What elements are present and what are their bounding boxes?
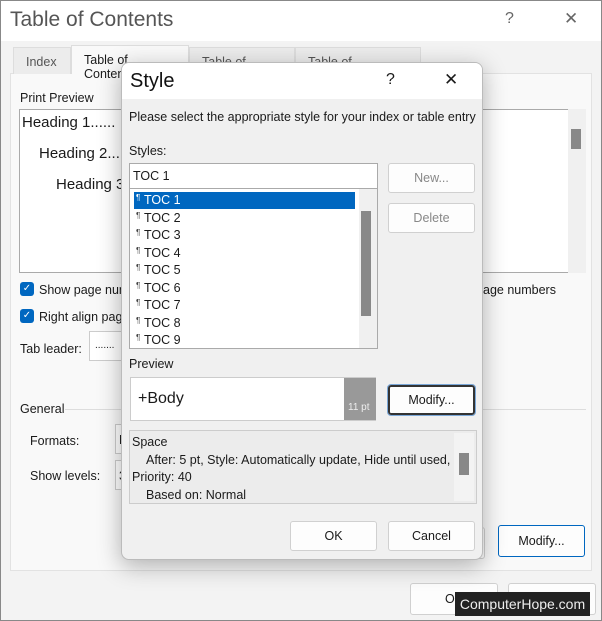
style-title: Style: [130, 70, 175, 92]
new-button[interactable]: New...: [388, 163, 475, 193]
styles-scrollbar[interactable]: [359, 189, 377, 348]
list-item[interactable]: ¶ TOC 8: [134, 315, 355, 332]
list-item[interactable]: ¶ TOC 2: [134, 210, 355, 227]
formats-label: Formats:: [30, 434, 80, 448]
right-align-checkbox[interactable]: ✓: [20, 309, 34, 323]
style-cancel-button[interactable]: Cancel: [388, 521, 475, 551]
list-item[interactable]: ¶ TOC 5: [134, 262, 355, 279]
preview-box: +Body 11 pt: [130, 377, 376, 421]
list-item[interactable]: ¶ TOC 3: [134, 227, 355, 244]
desc-line: After: 5 pt, Style: Automatically update…: [146, 452, 451, 467]
preview-scrollbar[interactable]: [568, 109, 586, 273]
preview-size: 11 pt: [344, 378, 376, 420]
tab-leader-label: Tab leader:: [20, 342, 82, 356]
delete-button[interactable]: Delete: [388, 203, 475, 233]
description-scrollbar[interactable]: [454, 433, 474, 501]
watermark: ComputerHope.com: [455, 592, 590, 616]
help-button[interactable]: ?: [505, 10, 514, 28]
list-item[interactable]: ¶ TOC 7: [134, 297, 355, 314]
list-item[interactable]: ¶ TOC 4: [134, 245, 355, 262]
close-button[interactable]: ✕: [564, 9, 578, 29]
dialog-title: Table of Contents: [10, 8, 174, 31]
show-levels-label: Show levels:: [30, 469, 101, 483]
tab-index[interactable]: Index: [13, 47, 71, 74]
style-ok-button[interactable]: OK: [290, 521, 377, 551]
hyperlinks-label: age numbers: [483, 283, 556, 297]
desc-line: Priority: 40: [132, 470, 192, 484]
general-label: General: [20, 402, 65, 416]
list-item[interactable]: ¶ TOC 1: [134, 192, 355, 209]
instructions: Please select the appropriate style for …: [129, 110, 476, 124]
style-close-button[interactable]: ✕: [444, 70, 458, 90]
preview-heading-1: Heading 1......: [22, 114, 116, 131]
desc-line: Based on: Normal: [146, 487, 247, 502]
styles-list[interactable]: ¶ TOC 1 ¶ TOC 2 ¶ TOC 3 ¶ TOC 4 ¶ TOC 5 ¶ TOC …: [129, 188, 378, 349]
list-item[interactable]: ¶ TOC 6: [134, 280, 355, 297]
styles-label: Styles:: [129, 144, 167, 158]
preview-heading-3: Heading 3: [56, 176, 125, 193]
show-page-numbers-checkbox[interactable]: ✓: [20, 282, 34, 296]
style-dialog: Style ? ✕ Please select the appropriate …: [121, 62, 483, 560]
desc-line: Space: [132, 435, 168, 449]
style-description: Space After: 5 pt, Style: Automatically …: [129, 430, 477, 504]
preview-heading-2: Heading 2......: [39, 145, 133, 162]
style-modify-button[interactable]: Modify...: [387, 384, 476, 416]
styles-input[interactable]: TOC 1: [129, 163, 378, 189]
preview-font: +Body: [138, 390, 184, 407]
style-help-button[interactable]: ?: [386, 71, 395, 89]
list-item[interactable]: ¶ TOC 9: [134, 332, 355, 348]
preview-label: Preview: [129, 357, 174, 371]
style-title-bar: [122, 63, 482, 99]
print-preview-label: Print Preview: [20, 91, 94, 105]
modify-button[interactable]: Modify...: [498, 525, 585, 557]
